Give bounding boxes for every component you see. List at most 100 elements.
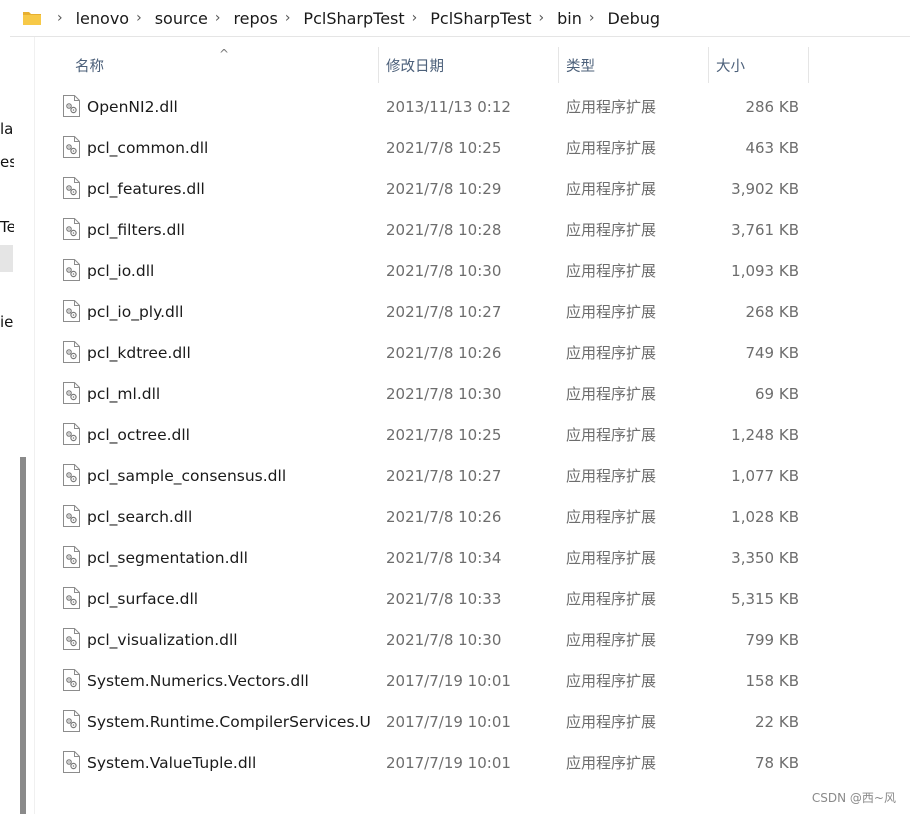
file-size: 1,248 KB [731, 425, 799, 444]
breadcrumb-item[interactable]: Debug [607, 9, 660, 28]
chevron-right-icon[interactable]: › [285, 10, 291, 26]
dll-file-icon [63, 423, 80, 445]
file-size: 78 KB [755, 753, 799, 772]
file-row[interactable]: pcl_segmentation.dll 2021/7/8 10:34 应用程序扩展… [35, 537, 810, 578]
column-separator[interactable] [808, 47, 809, 83]
dll-file-icon [63, 136, 80, 158]
file-modified-date: 2017/7/19 10:01 [386, 753, 511, 772]
dll-file-icon [63, 505, 80, 527]
chevron-right-icon[interactable]: › [589, 10, 595, 26]
file-size: 268 KB [745, 302, 799, 321]
column-header-modified-label: 修改日期 [386, 58, 444, 75]
file-size: 1,077 KB [731, 466, 799, 485]
dll-file-icon [63, 546, 80, 568]
column-separator[interactable] [708, 47, 709, 83]
file-row[interactable]: pcl_visualization.dll 2021/7/8 10:30 应用程序扩… [35, 619, 810, 660]
dll-file-icon [63, 95, 80, 117]
file-name: pcl_filters.dll [87, 220, 185, 239]
chevron-right-icon[interactable]: › [215, 10, 221, 26]
breadcrumb-segment: › bin [532, 9, 582, 28]
breadcrumb-item[interactable]: repos [233, 9, 277, 28]
file-row[interactable]: pcl_features.dll 2021/7/8 10:29 应用程序扩展 3,90… [35, 168, 810, 209]
chevron-right-icon[interactable]: › [57, 10, 63, 26]
file-size: 286 KB [745, 97, 799, 116]
chevron-right-icon[interactable]: › [539, 10, 545, 26]
file-name: OpenNI2.dll [87, 97, 178, 116]
chevron-right-icon[interactable]: › [412, 10, 418, 26]
breadcrumb-item[interactable]: lenovo [76, 9, 129, 28]
file-type: 应用程序扩展 [566, 221, 657, 239]
file-type: 应用程序扩展 [566, 508, 657, 526]
file-name: pcl_segmentation.dll [87, 548, 248, 567]
file-modified-date: 2013/11/13 0:12 [386, 97, 511, 116]
folder-icon [22, 10, 42, 26]
breadcrumb-item[interactable]: PclSharpTest [430, 9, 531, 28]
file-type: 应用程序扩展 [566, 344, 657, 362]
chevron-right-icon[interactable]: › [136, 10, 142, 26]
file-row[interactable]: pcl_sample_consensus.dll 2021/7/8 10:27 应用… [35, 455, 810, 496]
column-header-type[interactable]: 类型 [566, 47, 706, 83]
file-row[interactable]: pcl_kdtree.dll 2021/7/8 10:26 应用程序扩展 749 KB [35, 332, 810, 373]
breadcrumb-item[interactable]: PclSharpTest [303, 9, 404, 28]
file-size: 158 KB [745, 671, 799, 690]
file-type: 应用程序扩展 [566, 549, 657, 567]
file-row[interactable]: pcl_search.dll 2021/7/8 10:26 应用程序扩展 1,028 … [35, 496, 810, 537]
file-size: 69 KB [755, 384, 799, 403]
nav-item-fragment[interactable]: Te [0, 218, 14, 236]
column-header-size[interactable]: 大小 [716, 47, 806, 83]
breadcrumb-segment: › lenovo [50, 9, 129, 28]
nav-item-fragment[interactable]: la [0, 120, 14, 138]
file-modified-date: 2021/7/8 10:33 [386, 589, 502, 608]
file-size: 3,761 KB [731, 220, 799, 239]
nav-item-fragment[interactable]: ie [0, 313, 14, 331]
file-row[interactable]: System.Numerics.Vectors.dll 2017/7/19 10:… [35, 660, 810, 701]
file-modified-date: 2021/7/8 10:29 [386, 179, 502, 198]
column-header-modified[interactable]: 修改日期 [386, 47, 556, 83]
file-type: 应用程序扩展 [566, 754, 657, 772]
file-modified-date: 2017/7/19 10:01 [386, 712, 511, 731]
dll-file-icon [63, 669, 80, 691]
nav-item-fragment[interactable]: es [0, 153, 14, 171]
file-size: 749 KB [745, 343, 799, 362]
navigation-pane[interactable]: la es Te ie [0, 37, 35, 814]
file-row[interactable]: OpenNI2.dll 2013/11/13 0:12 应用程序扩展 286 KB [35, 86, 810, 127]
file-modified-date: 2021/7/8 10:30 [386, 261, 502, 280]
column-header-name-label: 名称 [75, 58, 104, 75]
file-name: pcl_search.dll [87, 507, 193, 526]
file-row[interactable]: pcl_io_ply.dll 2021/7/8 10:27 应用程序扩展 268 KB [35, 291, 810, 332]
file-row[interactable]: System.ValueTuple.dll 2017/7/19 10:01 应用程序… [35, 742, 810, 783]
file-row[interactable]: pcl_io.dll 2021/7/8 10:30 应用程序扩展 1,093 KB [35, 250, 810, 291]
dll-file-icon [63, 751, 80, 773]
dll-file-icon [63, 382, 80, 404]
dll-file-icon [63, 628, 80, 650]
column-header-size-label: 大小 [716, 58, 745, 75]
file-name: pcl_kdtree.dll [87, 343, 191, 362]
file-name: pcl_surface.dll [87, 589, 199, 608]
nav-scrollbar[interactable] [20, 457, 26, 814]
file-row[interactable]: pcl_common.dll 2021/7/8 10:25 应用程序扩展 463 KB [35, 127, 810, 168]
column-separator[interactable] [378, 47, 379, 83]
dll-file-icon [63, 177, 80, 199]
file-row[interactable]: pcl_filters.dll 2021/7/8 10:28 应用程序扩展 3,761… [35, 209, 810, 250]
nav-selected-item[interactable] [0, 245, 13, 272]
file-type: 应用程序扩展 [566, 672, 657, 690]
column-separator[interactable] [558, 47, 559, 83]
dll-file-icon [63, 259, 80, 281]
column-header-row: 名称 ^ 修改日期 类型 大小 [35, 47, 810, 83]
file-row[interactable]: pcl_ml.dll 2021/7/8 10:30 应用程序扩展 69 KB [35, 373, 810, 414]
dll-file-icon [63, 218, 80, 240]
file-name: System.ValueTuple.dll [87, 753, 257, 772]
file-row[interactable]: System.Runtime.CompilerServices.U... 2017… [35, 701, 810, 742]
file-size: 3,350 KB [731, 548, 799, 567]
file-type: 应用程序扩展 [566, 139, 657, 157]
breadcrumb-segment: › source [129, 9, 208, 28]
file-modified-date: 2021/7/8 10:26 [386, 343, 502, 362]
breadcrumb-item[interactable]: source [155, 9, 208, 28]
file-modified-date: 2017/7/19 10:01 [386, 671, 511, 690]
file-row[interactable]: pcl_octree.dll 2021/7/8 10:25 应用程序扩展 1,248 … [35, 414, 810, 455]
file-row[interactable]: pcl_surface.dll 2021/7/8 10:33 应用程序扩展 5,315… [35, 578, 810, 619]
file-modified-date: 2021/7/8 10:25 [386, 138, 502, 157]
watermark: CSDN @西~风 [811, 791, 896, 805]
breadcrumb-item[interactable]: bin [557, 9, 582, 28]
address-bar[interactable]: › lenovo › source › repos › PclSharpTest › PclSha… [10, 0, 910, 37]
